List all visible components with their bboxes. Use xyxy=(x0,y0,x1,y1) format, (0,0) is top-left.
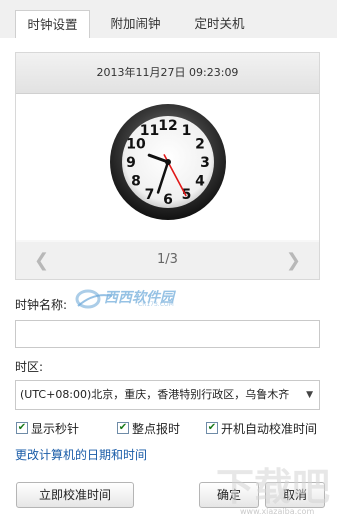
timezone-label: 时区: xyxy=(15,360,44,374)
checkbox-label: 开机自动校准时间 xyxy=(221,421,318,436)
checkmark-icon: ✔ xyxy=(118,422,128,433)
clock-name-label: 时钟名称: xyxy=(15,298,68,312)
checkmark-icon: ✔ xyxy=(17,422,27,433)
show-second-hand-checkbox[interactable]: ✔ 显示秒针 xyxy=(16,420,79,436)
watermark-sub-bottom: www.xiazaiba.com xyxy=(240,507,315,516)
clock-center-pin xyxy=(165,159,171,165)
auto-sync-on-boot-checkbox[interactable]: ✔ 开机自动校准时间 xyxy=(206,420,317,436)
clock-preview: 2013年11月27日 09:23:09 12 1 2 3 4 5 6 7 8 9 10 11 xyxy=(15,52,320,280)
checkbox-label: 整点报时 xyxy=(132,421,181,436)
clock-numeral: 6 xyxy=(163,192,173,208)
analog-clock: 12 1234567891011 xyxy=(110,104,226,220)
watermark-text-bottom: 下载吧 xyxy=(216,465,331,509)
timezone-value: (UTC+08:00)北京，重庆，香港特别行政区，乌鲁木齐 xyxy=(20,388,290,401)
current-datetime: 2013年11月27日 09:23:09 xyxy=(16,53,319,94)
chevron-right-icon[interactable]: ❯ xyxy=(286,250,301,271)
dropdown-arrow-icon: ▼ xyxy=(306,390,313,400)
page-indicator: 1/3 xyxy=(157,252,178,267)
checkmark-icon: ✔ xyxy=(207,422,217,433)
checkbox-box: ✔ xyxy=(206,422,218,434)
clock-numeral: 12 xyxy=(158,118,177,134)
watermark-logo-bottom: 下载吧 www.xiazaiba.com xyxy=(212,456,334,522)
clock-numeral: 3 xyxy=(200,155,210,171)
tab-bar: 时钟设置 附加闹钟 定时关机 xyxy=(0,0,337,39)
clock-name-input[interactable] xyxy=(15,320,320,348)
checkbox-box: ✔ xyxy=(117,422,129,434)
tab-extra-alarm[interactable]: 附加闹钟 xyxy=(98,10,173,38)
tab-scheduled-shutdown[interactable]: 定时关机 xyxy=(182,10,257,38)
clock-numeral: 7 xyxy=(145,187,155,203)
clock-numeral: 4 xyxy=(195,174,205,190)
watermark-logo-top: 西西软件园 CR173.COM xyxy=(74,286,214,312)
sync-time-now-button[interactable]: 立即校准时间 xyxy=(16,482,134,508)
clock-numeral: 9 xyxy=(126,155,136,171)
clock-numeral: 2 xyxy=(195,137,205,153)
hourly-chime-checkbox[interactable]: ✔ 整点报时 xyxy=(117,420,180,436)
checkbox-box: ✔ xyxy=(16,422,28,434)
clock-face-area: 12 1 2 3 4 5 6 7 8 9 10 11 xyxy=(16,94,319,240)
clock-style-pager: ❮ 1/3 ❯ xyxy=(16,242,319,279)
clock-numeral: 1 xyxy=(182,123,192,139)
timezone-select[interactable]: (UTC+08:00)北京，重庆，香港特别行政区，乌鲁木齐 ▼ xyxy=(15,380,320,410)
change-date-time-link[interactable]: 更改计算机的日期和时间 xyxy=(15,446,147,463)
clock-numeral: 8 xyxy=(131,174,141,190)
tab-clock-settings[interactable]: 时钟设置 xyxy=(15,10,90,39)
checkbox-label: 显示秒针 xyxy=(31,421,80,436)
watermark-sub-top: CR173.COM xyxy=(138,301,174,308)
clock-numeral: 11 xyxy=(140,123,159,139)
